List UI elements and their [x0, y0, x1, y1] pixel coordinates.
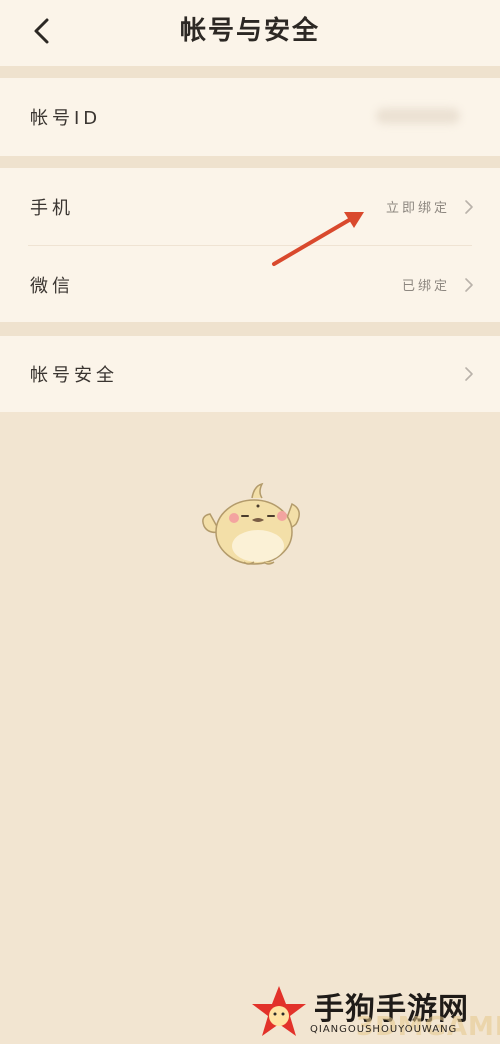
account-security-label: 帐号安全 — [30, 365, 118, 386]
phone-row[interactable]: 手机 立即绑定 — [0, 168, 500, 245]
top-bar: 帐号与安全 — [0, 0, 500, 66]
section-gap — [0, 66, 500, 78]
security-card: 帐号安全 — [0, 336, 500, 412]
chevron-right-icon — [465, 367, 473, 381]
account-security-row[interactable]: 帐号安全 — [0, 336, 500, 412]
account-id-label: 帐号ID — [30, 107, 102, 129]
wechat-row[interactable]: 微信 已绑定 — [0, 246, 500, 323]
phone-status: 立即绑定 — [385, 201, 450, 216]
section-gap — [0, 156, 500, 168]
wechat-status: 已绑定 — [401, 279, 450, 294]
star-logo-icon — [252, 986, 306, 1036]
wechat-label: 微信 — [30, 275, 74, 297]
binding-card: 手机 立即绑定 微信 已绑定 — [0, 168, 500, 322]
phone-label: 手机 — [30, 197, 74, 219]
chevron-right-icon — [465, 277, 473, 292]
chevron-right-icon — [465, 199, 473, 214]
annotation-arrow-icon — [272, 212, 364, 266]
page-title: 帐号与安全 — [179, 16, 320, 46]
watermark-en-text: QIANGOUSHOUYOUWANG — [310, 1024, 458, 1035]
chick-mascot-icon — [202, 482, 300, 565]
account-id-value-redacted — [376, 108, 460, 124]
section-gap — [0, 322, 500, 336]
